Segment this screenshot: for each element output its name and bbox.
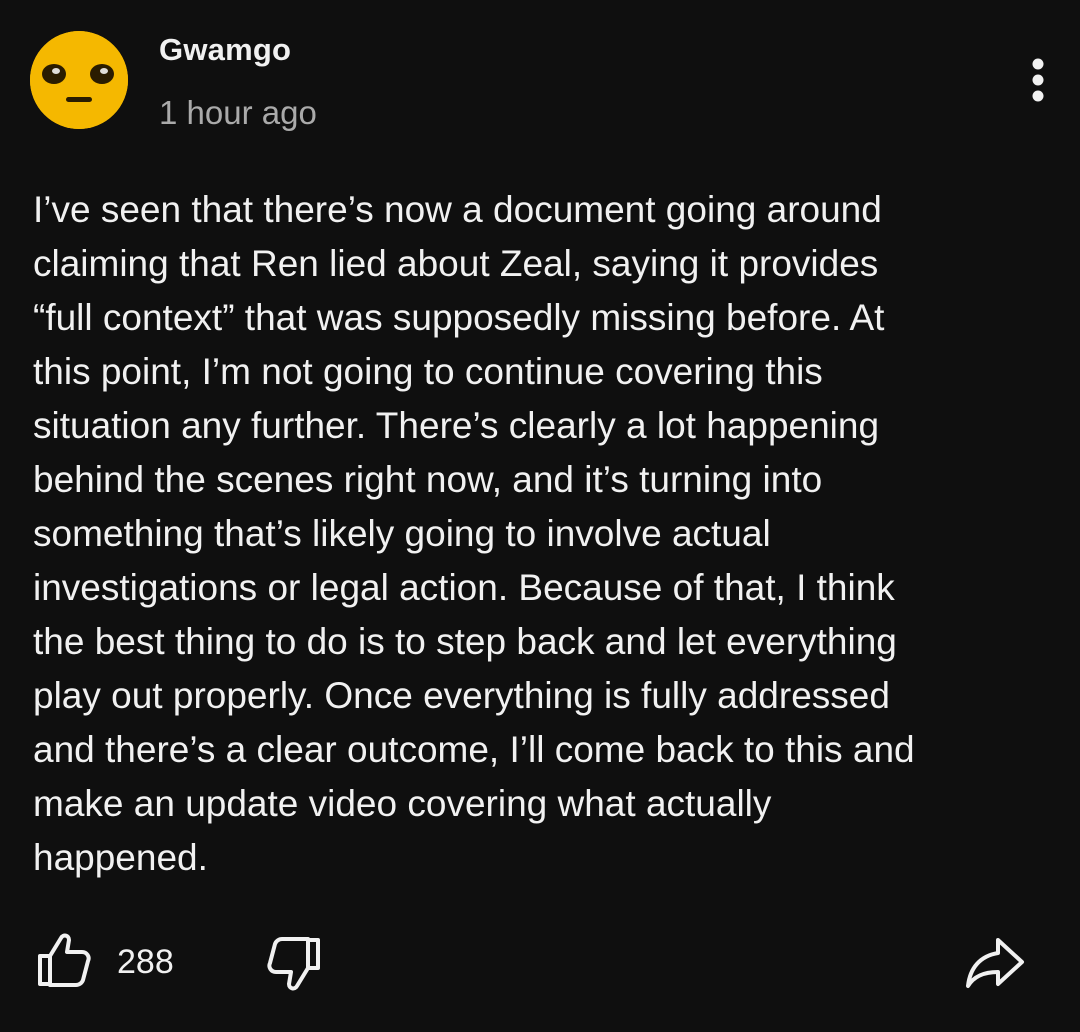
comment-actions: 288: [0, 930, 1080, 994]
unamused-face-icon: [30, 31, 128, 129]
comment-card: Gwamgo 1 hour ago I’ve seen that there’s…: [0, 0, 1080, 1032]
thumbs-down-icon: [267, 937, 320, 991]
avatar[interactable]: [30, 31, 128, 129]
comment-timestamp: 1 hour ago: [159, 94, 317, 131]
comment-text: I’ve seen that there’s now a document go…: [33, 189, 915, 878]
more-vertical-icon: [1032, 58, 1044, 102]
more-options-button[interactable]: [1018, 54, 1058, 106]
like-count: 288: [117, 943, 174, 981]
thumbs-up-icon: [38, 933, 91, 987]
like-button[interactable]: [34, 930, 92, 990]
dislike-button[interactable]: [266, 934, 324, 994]
share-button[interactable]: [964, 934, 1028, 992]
share-icon: [966, 938, 1024, 988]
author-name[interactable]: Gwamgo: [159, 30, 291, 70]
